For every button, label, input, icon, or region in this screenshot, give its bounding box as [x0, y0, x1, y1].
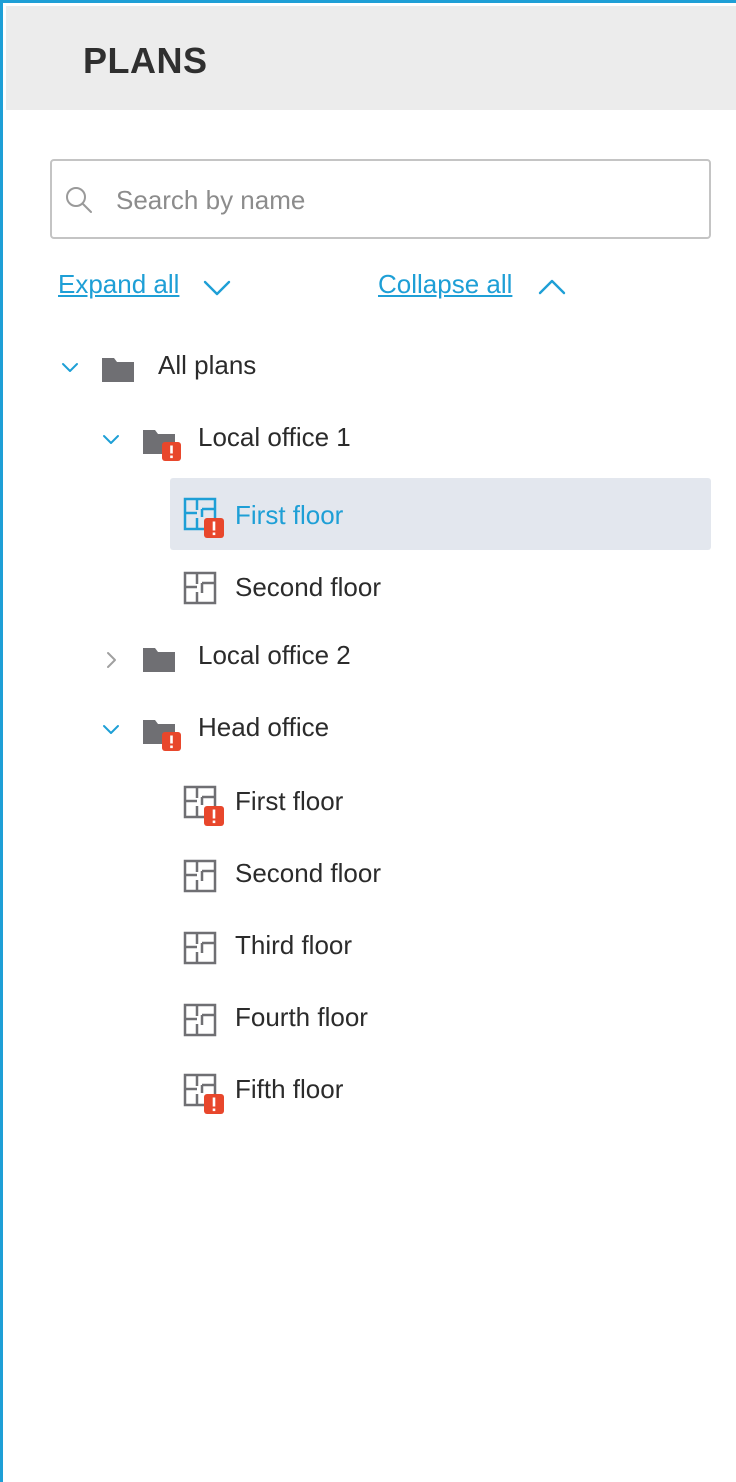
floor-plan-alert-icon — [183, 1073, 224, 1114]
tree-node-second-floor-head-office[interactable]: Second floor — [170, 838, 711, 910]
tree-node-label: Fourth floor — [235, 1002, 368, 1032]
chevron-down-icon[interactable] — [200, 276, 234, 300]
search-box[interactable] — [50, 159, 711, 239]
tree-node-head-office[interactable]: Head office — [90, 692, 711, 764]
expand-all-link[interactable]: Expand all — [58, 269, 179, 300]
tree-node-label: Second floor — [235, 572, 381, 602]
floor-plan-alert-icon — [183, 497, 224, 538]
search-icon — [66, 187, 92, 213]
floor-plan-alert-icon — [183, 785, 224, 826]
tree-node-label: Second floor — [235, 858, 381, 888]
folder-alert-icon — [143, 430, 181, 461]
search-input[interactable] — [114, 177, 678, 223]
chevron-down-icon[interactable] — [100, 722, 122, 738]
tree-node-label: Head office — [198, 712, 330, 742]
chevron-down-icon[interactable] — [100, 432, 122, 448]
floor-plan-icon — [183, 1003, 217, 1037]
tree-node-first-floor-head-office[interactable]: First floor — [170, 766, 711, 838]
plans-panel: PLANS Expand all Collapse all All plans — [0, 0, 736, 1482]
folder-alert-icon — [143, 720, 181, 751]
tree-node-first-floor-local-office-1[interactable]: First floor — [170, 478, 711, 550]
panel-header: PLANS — [6, 6, 736, 110]
tree-node-fourth-floor-head-office[interactable]: Fourth floor — [170, 982, 711, 1054]
page-title: PLANS — [83, 40, 208, 81]
floor-plan-icon — [183, 931, 217, 965]
tree-node-local-office-2[interactable]: Local office 2 — [90, 620, 711, 692]
tree-node-label: Local office 2 — [198, 640, 351, 670]
folder-icon — [143, 648, 175, 672]
tree-node-label: All plans — [158, 350, 257, 380]
chevron-up-icon[interactable] — [535, 275, 569, 299]
tree-node-label: First floor — [235, 500, 344, 530]
tree-node-label: Third floor — [235, 930, 353, 960]
tree-node-all-plans[interactable]: All plans — [50, 330, 711, 402]
chevron-right-icon[interactable] — [104, 649, 120, 671]
tree-node-label: First floor — [235, 786, 344, 816]
floor-plan-icon — [183, 571, 217, 605]
tree-node-fifth-floor-head-office[interactable]: Fifth floor — [170, 1054, 711, 1126]
chevron-down-icon[interactable] — [59, 360, 81, 376]
floor-plan-icon — [183, 859, 217, 893]
tree-node-label: Local office 1 — [198, 422, 351, 452]
tree-node-third-floor-head-office[interactable]: Third floor — [170, 910, 711, 982]
collapse-all-link[interactable]: Collapse all — [378, 269, 512, 300]
folder-icon — [102, 358, 134, 382]
tree-node-second-floor-local-office-1[interactable]: Second floor — [170, 550, 711, 622]
tree-node-local-office-1[interactable]: Local office 1 — [90, 402, 711, 474]
tree-node-label: Fifth floor — [235, 1074, 344, 1104]
